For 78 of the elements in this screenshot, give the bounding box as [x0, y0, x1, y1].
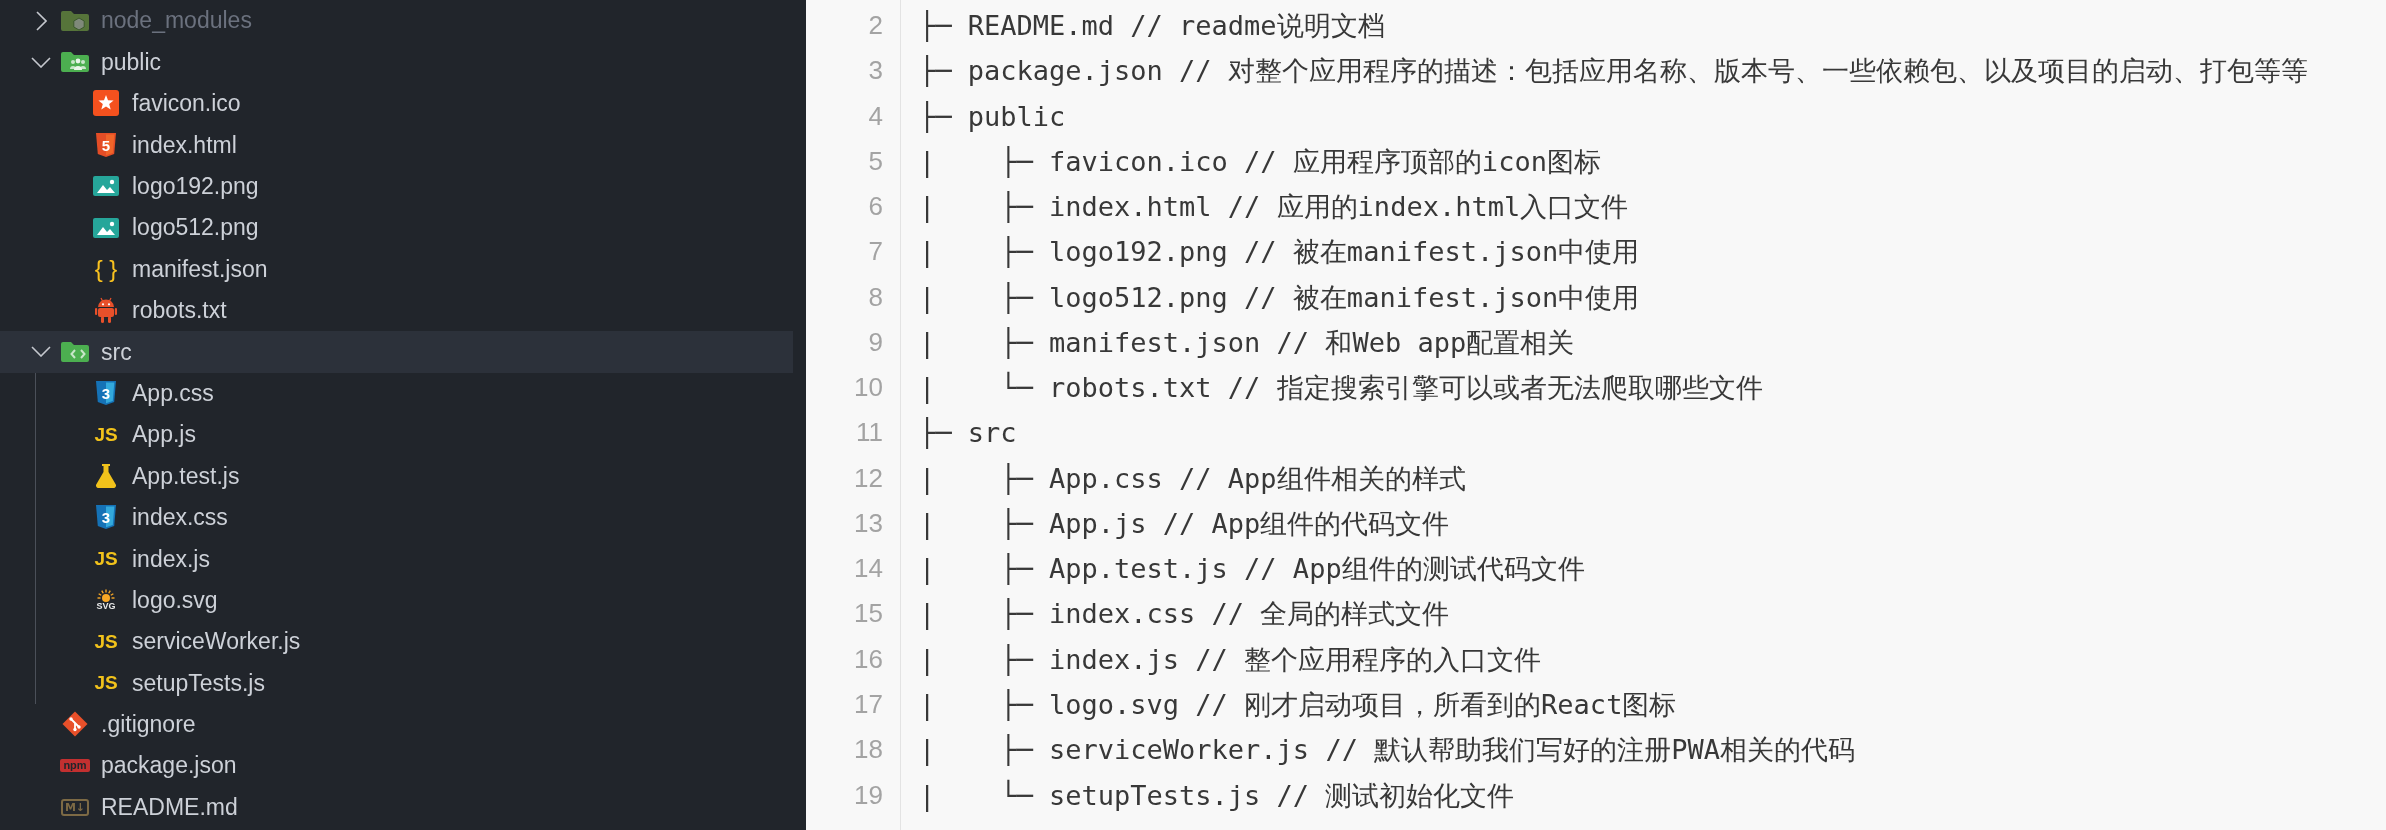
tree-item[interactable]: JS App.js	[36, 413, 793, 456]
tree-item[interactable]: npm package.json	[0, 745, 793, 787]
sun-icon	[96, 589, 116, 603]
line-number: 19	[854, 778, 883, 812]
line-number: 16	[854, 642, 883, 676]
line-number: 5	[868, 144, 883, 178]
file-type-label: JS	[94, 632, 118, 652]
file-type-badge: M↓	[60, 798, 90, 816]
tree-item[interactable]: 3 index.css	[36, 496, 793, 539]
line-number: 17	[854, 688, 883, 721]
line-number: 14	[854, 552, 883, 586]
line-number: 11	[856, 416, 883, 450]
code-line: | ├─ App.js // App组件的代码文件	[919, 506, 1450, 542]
chevron-right-icon[interactable]	[35, 10, 47, 31]
robot-icon	[95, 297, 117, 324]
shield-badge: 3	[95, 380, 117, 407]
file-type-label: JS	[94, 425, 118, 445]
folder-people-icon	[61, 51, 89, 74]
tree-item[interactable]: App.test.js	[36, 455, 793, 497]
tree-item[interactable]: JS index.js	[36, 538, 793, 580]
file-type-badge: npm	[60, 759, 90, 773]
tree-item[interactable]: logo192.png	[36, 165, 793, 207]
line-number: 13	[854, 506, 883, 540]
shield-badge: 5	[95, 131, 117, 158]
line-number: 2	[868, 9, 883, 42]
code-line: | ├─ logo512.png // 被在manifest.json中使用	[919, 280, 1640, 316]
tree-item[interactable]: SVG logo.svg	[36, 579, 793, 621]
image-icon	[93, 176, 119, 197]
folder-code-icon	[61, 340, 89, 363]
file-type-label: JS	[94, 549, 118, 569]
line-number: 3	[868, 54, 883, 88]
tree-item[interactable]: { } manifest.json	[36, 248, 793, 290]
line-number: 4	[868, 99, 883, 133]
code-line: | ├─ serviceWorker.js // 默认帮助我们写好的注册PWA相关的代码	[919, 733, 1855, 768]
line-number: 10	[854, 371, 883, 405]
chevron-down-icon[interactable]	[31, 346, 51, 358]
tree-item[interactable]: .gitignore	[0, 703, 793, 746]
shield-badge: 3	[95, 504, 117, 531]
code-line: ├─ package.json // 对整个应用程序的描述：包括应用名称、版本号、一些依赖包、以及项目的启动、打包等等	[919, 54, 2308, 89]
code-line: ├─ public	[919, 99, 1066, 135]
chevron-down-icon[interactable]	[31, 56, 51, 68]
code-line: | ├─ manifest.json // 和Web app配置相关	[919, 325, 1575, 361]
line-number: 8	[868, 280, 883, 314]
line-number: 15	[854, 597, 883, 631]
tree-item[interactable]: public	[0, 41, 793, 83]
code-line: | ├─ logo.svg // 刚才启动项目，所看到的React图标	[919, 688, 1677, 723]
tree-item[interactable]: M↓ README.md	[0, 786, 793, 828]
code-line: | ├─ index.html // 应用的index.html入口文件	[919, 190, 1629, 225]
braces-symbol: { }	[94, 257, 118, 282]
code-line: | └─ robots.txt // 指定搜索引擎可以或者无法爬取哪些文件	[919, 370, 1763, 406]
image-icon	[93, 217, 119, 238]
tree-item[interactable]: 5 index.html	[36, 124, 793, 166]
code-line: | ├─ App.css // App组件相关的样式	[919, 461, 1466, 497]
line-number: 7	[868, 235, 883, 269]
flask-icon	[95, 464, 117, 488]
code-line: | ├─ favicon.ico // 应用程序顶部的icon图标	[919, 144, 1601, 180]
code-line: ├─ README.md // readme说明文档	[919, 9, 1385, 44]
line-number: 6	[868, 190, 883, 224]
tree-item[interactable]: JS setupTests.js	[36, 662, 793, 704]
tree-item[interactable]: 3 App.css	[36, 372, 793, 414]
line-number: 9	[868, 325, 883, 359]
code-line: | ├─ index.css // 全局的样式文件	[919, 597, 1450, 632]
code-line: ├─ src	[919, 416, 1017, 451]
file-type-label: JS	[94, 673, 118, 693]
tree-item[interactable]: robots.txt	[36, 289, 793, 332]
tree-item[interactable]: JS serviceWorker.js	[36, 620, 793, 663]
code-line: | ├─ App.test.js // App组件的测试代码文件	[919, 552, 1585, 587]
line-number: 12	[854, 461, 883, 495]
line-number: 18	[854, 733, 883, 767]
code-line: | ├─ logo192.png // 被在manifest.json中使用	[919, 235, 1640, 270]
code-line: | ├─ index.js // 整个应用程序的入口文件	[919, 642, 1542, 678]
code-line: | └─ setupTests.js // 测试初始化文件	[919, 778, 1515, 814]
branch-diamond-icon	[62, 711, 88, 738]
folder-hexagon-icon	[61, 9, 89, 32]
tree-item[interactable]: favicon.ico	[36, 82, 793, 125]
file-type-label: SVG	[96, 602, 116, 612]
tree-item[interactable]: logo512.png	[36, 206, 793, 249]
tree-item[interactable]: src	[0, 331, 793, 373]
